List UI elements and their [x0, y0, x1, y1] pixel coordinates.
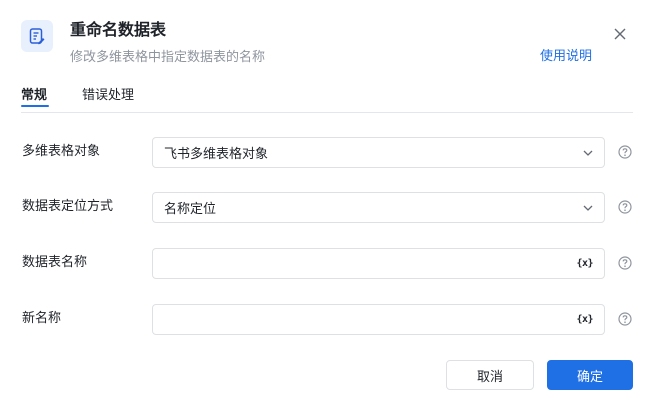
bitable-object-select[interactable]: 飞书多维表格对象 — [152, 137, 605, 168]
new-name-label: 新名称 — [22, 311, 62, 326]
insert-variable-button[interactable]: {x} — [576, 258, 593, 269]
close-icon — [614, 28, 626, 40]
tab-bar: 常规 错误处理 — [21, 86, 633, 113]
help-icon[interactable] — [618, 200, 632, 214]
tab-general[interactable]: 常规 — [21, 86, 49, 107]
table-edit-icon — [21, 20, 53, 52]
help-icon[interactable] — [618, 312, 632, 326]
confirm-button[interactable]: 确定 — [547, 360, 633, 390]
new-name-input[interactable]: {x} — [152, 304, 605, 335]
tab-error-handling[interactable]: 错误处理 — [82, 86, 134, 106]
insert-variable-button[interactable]: {x} — [576, 314, 593, 325]
help-icon[interactable] — [618, 145, 632, 159]
tab-error-handling-label: 错误处理 — [82, 88, 135, 103]
tab-general-label: 常规 — [21, 88, 48, 103]
table-name-label: 数据表名称 — [22, 255, 88, 270]
locate-method-label: 数据表定位方式 — [22, 199, 114, 214]
bitable-object-label: 多维表格对象 — [22, 144, 101, 159]
cancel-button[interactable]: 取消 — [446, 360, 534, 390]
dialog-subtitle: 修改多维表格中指定数据表的名称 — [70, 50, 266, 65]
usage-help-link[interactable]: 使用说明 — [540, 48, 592, 66]
active-tab-indicator — [21, 105, 49, 107]
chevron-down-icon — [583, 203, 593, 213]
rename-table-dialog: 重命名数据表 修改多维表格中指定数据表的名称 使用说明 常规 错误处理 多维表格… — [0, 0, 651, 412]
dialog-title: 重命名数据表 — [70, 20, 167, 39]
bitable-object-value: 飞书多维表格对象 — [164, 147, 269, 162]
locate-method-select[interactable]: 名称定位 — [152, 192, 605, 223]
close-button[interactable] — [611, 25, 629, 43]
help-icon[interactable] — [618, 256, 632, 270]
table-name-input[interactable]: {x} — [152, 248, 605, 279]
chevron-down-icon — [583, 148, 593, 158]
locate-method-value: 名称定位 — [164, 202, 217, 217]
